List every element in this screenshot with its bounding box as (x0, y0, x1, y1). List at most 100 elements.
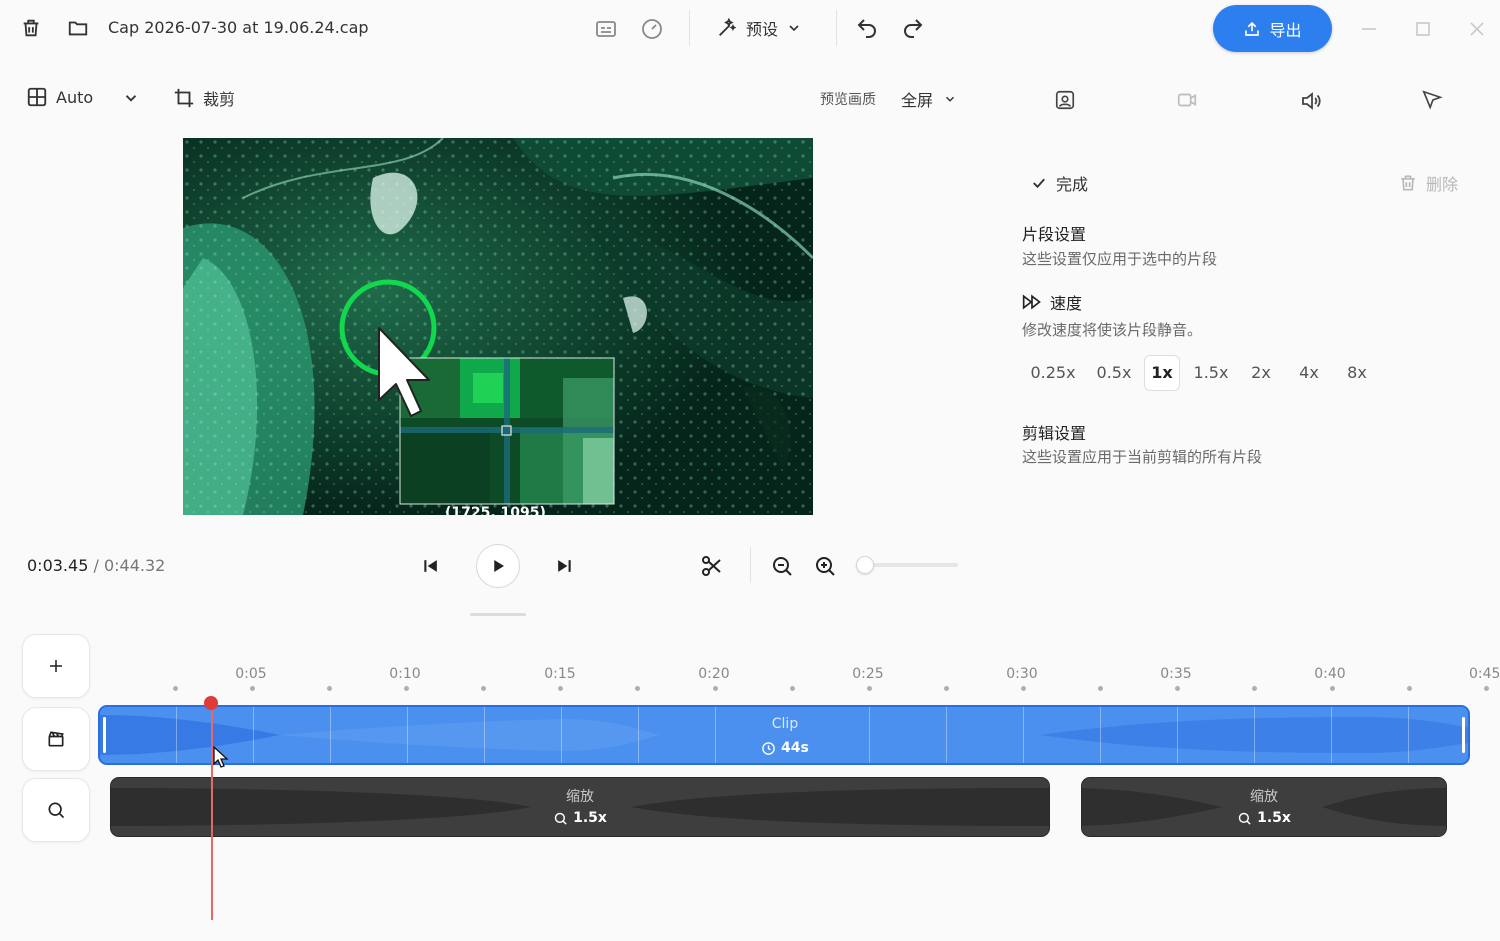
zoom-value-text: 1.5x (573, 810, 607, 826)
zoom-label: 缩放 (566, 789, 594, 805)
maximize-icon[interactable] (1414, 20, 1432, 38)
tick-dot (1021, 686, 1026, 691)
tick-dot (867, 686, 872, 691)
playhead-handle[interactable] (204, 696, 218, 710)
video-preview[interactable]: (1725, 1095) (183, 138, 813, 515)
speed-title: 速度 (1050, 294, 1083, 313)
upload-icon (1243, 20, 1261, 38)
clip-segment[interactable]: Clip 44s (98, 705, 1470, 765)
trash-icon[interactable] (20, 17, 42, 39)
ruler-label: 0:10 (389, 666, 421, 682)
speed-option-8x[interactable]: 8x (1338, 356, 1376, 390)
clip-divider (484, 707, 485, 763)
speed-option-0-25x[interactable]: 0.25x (1022, 356, 1084, 390)
tick-dot (1407, 686, 1412, 691)
cursor-coordinates: (1725, 1095) (445, 505, 546, 515)
magic-wand-icon (716, 17, 738, 39)
zoom-value: 1.5x (111, 810, 1049, 826)
zoom-in-icon[interactable] (813, 554, 837, 578)
clip-start-handle[interactable] (103, 717, 106, 753)
timeline-zoom-thumb[interactable] (856, 556, 874, 574)
delete-label: 删除 (1426, 175, 1459, 194)
preview-frame (183, 138, 813, 515)
clip-divider (715, 707, 716, 763)
zoom-segment[interactable]: 缩放 1.5x (1081, 777, 1447, 837)
done-button[interactable]: 完成 (1030, 171, 1088, 195)
camera-icon[interactable] (1176, 89, 1198, 111)
play-button[interactable] (476, 544, 520, 588)
speed-option-1x[interactable]: 1x (1144, 355, 1180, 391)
segment-settings-title: 片段设置 (1022, 225, 1087, 244)
clapperboard-icon (46, 729, 66, 749)
done-label: 完成 (1056, 175, 1089, 194)
preview-quality-dropdown[interactable]: 全屏 (901, 87, 957, 111)
captions-icon[interactable] (594, 17, 618, 41)
crop-button[interactable]: 裁剪 (173, 86, 235, 110)
zoom-value-text: 1.5x (1257, 810, 1291, 826)
clip-duration-value: 44s (781, 740, 809, 756)
skip-forward-icon[interactable] (554, 556, 574, 576)
layout-label: Auto (56, 87, 94, 107)
zoom-segment[interactable]: 缩放 1.5x (110, 777, 1050, 837)
tick-dot (481, 686, 486, 691)
redo-icon[interactable] (901, 16, 925, 40)
edit-settings-desc: 这些设置应用于当前剪辑的所有片段 (1022, 448, 1263, 466)
minimize-icon[interactable] (1360, 20, 1378, 38)
scissors-icon[interactable] (700, 554, 724, 578)
chevron-down-icon (786, 20, 802, 36)
tick-dot (1330, 686, 1335, 691)
playhead-line[interactable] (211, 704, 213, 920)
background-image-icon[interactable] (1054, 89, 1076, 111)
zoom-label-group: 缩放 1.5x (111, 786, 1049, 826)
clip-track-button[interactable] (22, 707, 90, 771)
preview-quality-label: 预览画质 (820, 92, 876, 108)
close-icon[interactable] (1468, 20, 1486, 38)
speed-option-4x[interactable]: 4x (1290, 356, 1328, 390)
preset-label: 预设 (746, 20, 779, 39)
clip-divider (946, 707, 947, 763)
clip-label: Clip (771, 716, 799, 732)
chevron-down-icon (943, 92, 957, 106)
tick-dot (1175, 686, 1180, 691)
preset-dropdown[interactable]: 预设 (716, 16, 802, 40)
clip-divider (1023, 707, 1024, 763)
export-button[interactable]: 导出 (1213, 5, 1332, 52)
clip-divider (1177, 707, 1178, 763)
tick-dot (327, 686, 332, 691)
resize-handle[interactable] (470, 613, 526, 616)
speed-option-2x[interactable]: 2x (1242, 356, 1280, 390)
clip-divider (1254, 707, 1255, 763)
speed-gauge-icon[interactable] (640, 17, 664, 41)
timeline-ruler[interactable]: 0:05 0:10 0:15 0:20 0:25 0:30 0:35 0:40 … (0, 660, 1500, 700)
zoom-track-button[interactable] (22, 778, 90, 842)
cursor-icon[interactable] (1421, 89, 1443, 111)
skip-back-icon[interactable] (421, 556, 441, 576)
speed-option-1-5x[interactable]: 1.5x (1190, 356, 1232, 390)
ruler-label: 0:30 (1006, 666, 1038, 682)
folder-icon[interactable] (67, 17, 89, 39)
tick-dot (790, 686, 795, 691)
clip-divider (1331, 707, 1332, 763)
clip-divider (869, 707, 870, 763)
crop-label: 裁剪 (203, 90, 236, 109)
tick-dot (635, 686, 640, 691)
check-icon (1030, 174, 1048, 192)
layout-grid-icon (26, 86, 48, 108)
ruler-label: 0:20 (698, 666, 730, 682)
chevron-down-icon[interactable] (122, 89, 140, 107)
zoom-out-icon[interactable] (770, 554, 794, 578)
volume-icon[interactable] (1299, 89, 1323, 113)
tick-dot (713, 686, 718, 691)
speed-option-0-5x[interactable]: 0.5x (1094, 356, 1134, 390)
delete-button[interactable]: 删除 (1398, 171, 1458, 195)
clip-divider (1408, 707, 1409, 763)
speed-heading: 速度 (1022, 290, 1082, 314)
speed-desc: 修改速度将使该片段静音。 (1022, 321, 1203, 339)
preview-quality-value: 全屏 (901, 91, 934, 110)
layout-dropdown[interactable]: Auto (26, 86, 93, 108)
speed-options: 0.25x 0.5x 1x 1.5x 2x 4x 8x (1022, 355, 1376, 391)
tick-dot (1252, 686, 1257, 691)
undo-icon[interactable] (855, 16, 879, 40)
crop-icon (173, 87, 195, 109)
clip-end-handle[interactable] (1462, 717, 1465, 753)
